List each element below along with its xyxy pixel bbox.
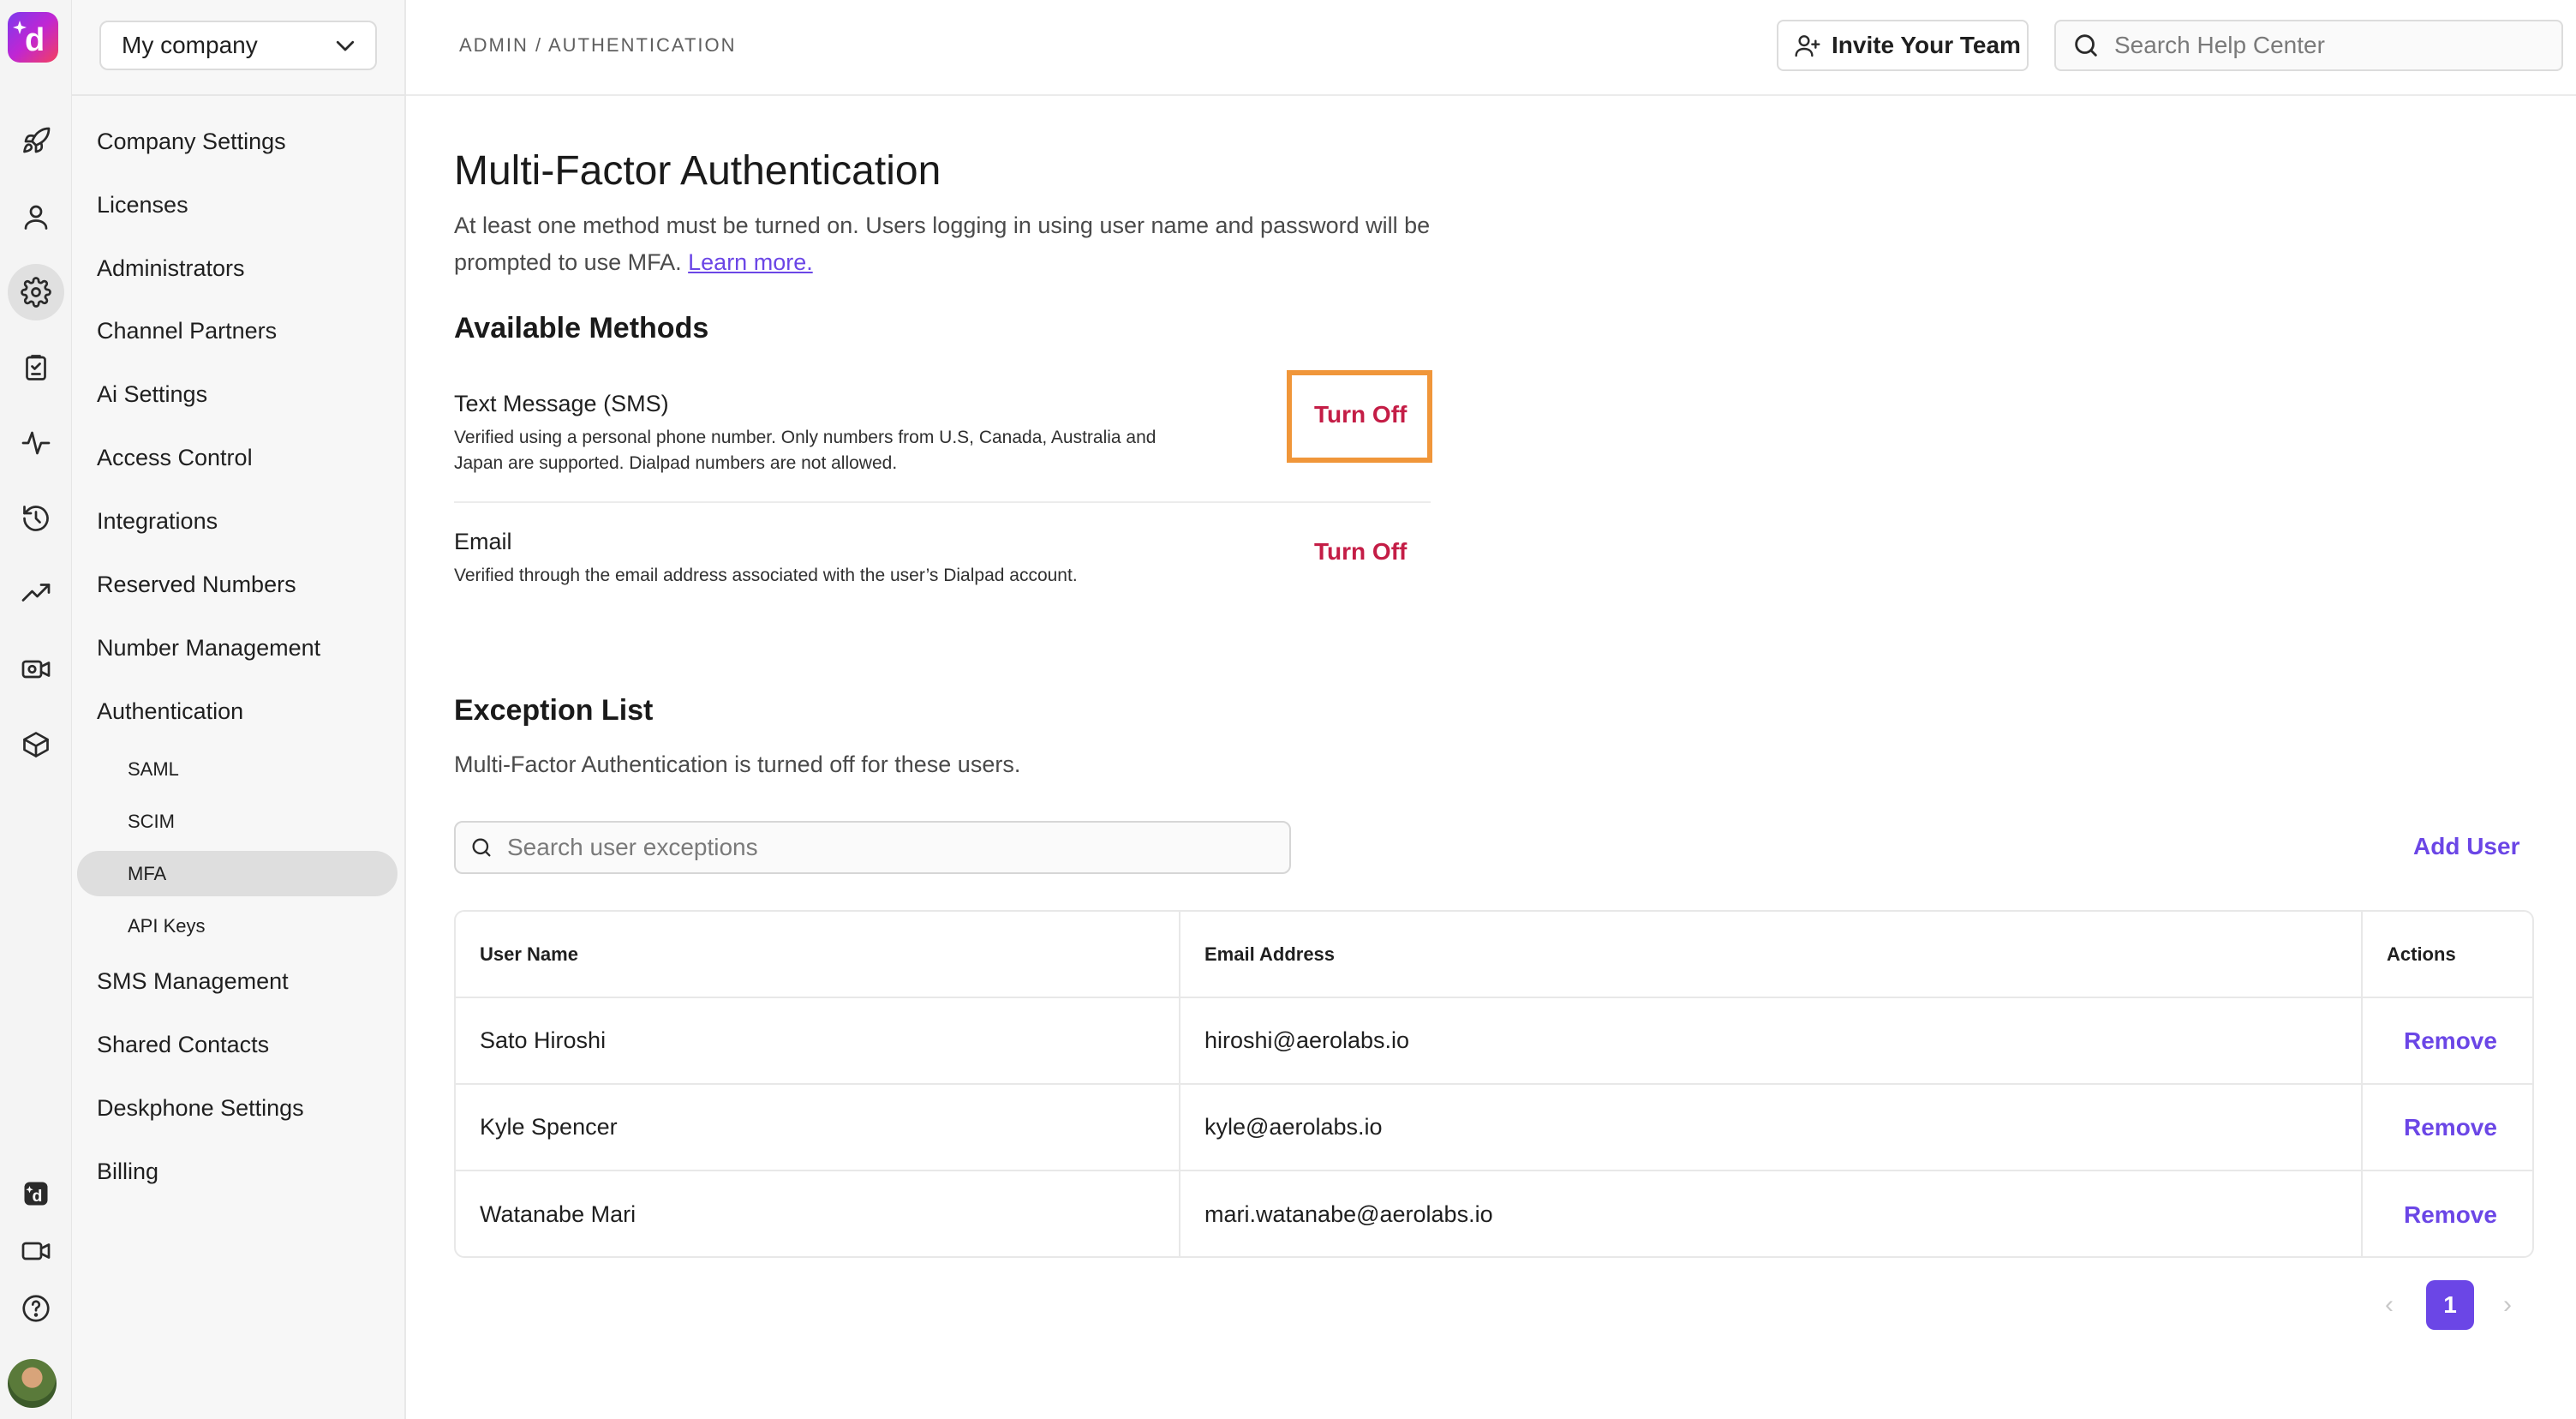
breadcrumb: ADMIN / AUTHENTICATION <box>459 34 737 56</box>
activity-icon[interactable] <box>8 415 64 471</box>
user-icon[interactable] <box>8 189 64 245</box>
add-user-icon <box>1795 35 1820 57</box>
sidebar-item-authentication[interactable]: Authentication <box>97 698 243 725</box>
search-icon <box>2075 34 2097 57</box>
sms-method-description: Verified using a personal phone number. … <box>454 428 1157 473</box>
column-header-actions: Actions <box>2387 943 2456 965</box>
remove-button[interactable]: Remove <box>2363 1171 2532 1256</box>
sidebar-item-company-settings[interactable]: Company Settings <box>97 129 286 155</box>
sidebar-item-sms-management[interactable]: SMS Management <box>97 968 289 995</box>
sidebar-subitem-api-keys[interactable]: API Keys <box>128 915 205 937</box>
rocket-icon[interactable] <box>8 113 64 170</box>
column-header-email: Email Address <box>1204 943 1336 965</box>
exception-search-placeholder: Search user exceptions <box>507 834 758 860</box>
pagination-prev-button[interactable]: ‹ <box>2385 1290 2394 1320</box>
table-row: Kyle Spencer kyle@aerolabs.io Remove <box>456 1085 2532 1171</box>
table-row: Watanabe Mari mari.watanabe@aerolabs.io … <box>456 1171 2532 1256</box>
help-search-input[interactable]: Search Help Center <box>2054 20 2563 71</box>
sidebar-subitem-scim[interactable]: SCIM <box>128 811 175 833</box>
invite-team-label: Invite Your Team <box>1832 32 2021 58</box>
exception-table: User Name Email Address Actions Sato Hir… <box>454 910 2534 1258</box>
sms-method-title: Text Message (SMS) <box>454 391 669 416</box>
user-name-cell: Watanabe Mari <box>480 1201 637 1227</box>
sidebar-item-integrations[interactable]: Integrations <box>97 508 218 535</box>
sidebar-item-billing[interactable]: Billing <box>97 1159 158 1185</box>
sidebar-item-ai-settings[interactable]: Ai Settings <box>97 381 207 408</box>
user-name-cell: Sato Hiroshi <box>480 1027 607 1053</box>
svg-text:d: d <box>25 22 45 58</box>
sidebar-subitem-mfa[interactable]: MFA <box>128 863 166 885</box>
available-methods-heading: Available Methods <box>454 312 709 344</box>
exception-list-heading: Exception List <box>454 694 654 727</box>
chevron-down-icon <box>336 40 355 51</box>
search-icon <box>472 838 491 857</box>
sidebar-item-licenses[interactable]: Licenses <box>97 192 188 219</box>
sidebar-active-highlight <box>77 851 397 896</box>
email-turn-off-button[interactable]: Turn Off <box>1314 538 1407 566</box>
invite-team-button[interactable]: Invite Your Team <box>1777 20 2029 71</box>
box-icon[interactable] <box>8 716 64 773</box>
exception-list-description: Multi-Factor Authentication is turned of… <box>454 751 1021 777</box>
top-bar: ADMIN / AUTHENTICATION Invite Your Team … <box>406 0 2576 96</box>
icon-rail: d d <box>0 0 72 1419</box>
history-icon[interactable] <box>8 490 64 547</box>
settings-sidebar: My company Company Settings Licenses Adm… <box>72 0 406 1419</box>
email-method-title: Email <box>454 529 512 554</box>
remove-button[interactable]: Remove <box>2363 1085 2532 1170</box>
sidebar-item-number-management[interactable]: Number Management <box>97 635 320 662</box>
add-user-button[interactable]: Add User <box>2413 833 2519 860</box>
dialpad-ai-icon[interactable]: d <box>8 1165 64 1222</box>
video-icon[interactable] <box>8 1223 64 1279</box>
help-icon[interactable] <box>8 1280 64 1337</box>
sidebar-item-reserved-numbers[interactable]: Reserved Numbers <box>97 572 296 598</box>
sidebar-subitem-saml[interactable]: SAML <box>128 758 179 781</box>
column-divider <box>1179 912 1180 1256</box>
main-content: Multi-Factor Authentication At least one… <box>406 96 2576 1419</box>
remove-button[interactable]: Remove <box>2363 998 2532 1083</box>
page-description: At least one method must be turned on. U… <box>454 207 1439 281</box>
email-cell: mari.watanabe@aerolabs.io <box>1204 1201 1493 1227</box>
column-header-user-name: User Name <box>480 943 578 965</box>
trending-icon[interactable] <box>8 566 64 622</box>
dialpad-logo[interactable]: d <box>8 12 58 63</box>
video-settings-icon[interactable] <box>8 641 64 698</box>
page-title: Multi-Factor Authentication <box>454 148 941 194</box>
email-cell: hiroshi@aerolabs.io <box>1204 1027 1410 1053</box>
svg-text:d: d <box>33 1187 43 1206</box>
sidebar-item-channel-partners[interactable]: Channel Partners <box>97 318 277 344</box>
sidebar-divider <box>72 94 406 96</box>
page-description-text: At least one method must be turned on. U… <box>454 213 1431 275</box>
company-selector[interactable]: My company <box>99 21 377 70</box>
column-divider <box>2361 912 2363 1256</box>
sidebar-item-administrators[interactable]: Administrators <box>97 255 245 282</box>
sms-turn-off-button[interactable]: Turn Off <box>1314 401 1407 428</box>
clipboard-icon[interactable] <box>8 339 64 396</box>
sidebar-item-access-control[interactable]: Access Control <box>97 445 253 471</box>
company-name: My company <box>122 32 258 58</box>
pagination-next-button[interactable]: › <box>2503 1290 2512 1320</box>
sidebar-item-shared-contacts[interactable]: Shared Contacts <box>97 1032 269 1058</box>
gear-icon[interactable] <box>8 264 64 320</box>
exception-search-input[interactable]: Search user exceptions <box>454 821 1291 874</box>
table-header-row: User Name Email Address Actions <box>456 912 2532 998</box>
table-row: Sato Hiroshi hiroshi@aerolabs.io Remove <box>456 998 2532 1085</box>
learn-more-link[interactable]: Learn more. <box>688 249 813 275</box>
help-search-placeholder: Search Help Center <box>2114 32 2325 58</box>
avatar[interactable] <box>8 1359 57 1408</box>
email-method-description: Verified through the email address assoc… <box>454 566 1078 585</box>
user-name-cell: Kyle Spencer <box>480 1114 618 1140</box>
pagination-page-1[interactable]: 1 <box>2426 1280 2474 1330</box>
sidebar-item-deskphone-settings[interactable]: Deskphone Settings <box>97 1095 304 1122</box>
method-divider <box>454 501 1431 503</box>
email-cell: kyle@aerolabs.io <box>1204 1114 1383 1140</box>
